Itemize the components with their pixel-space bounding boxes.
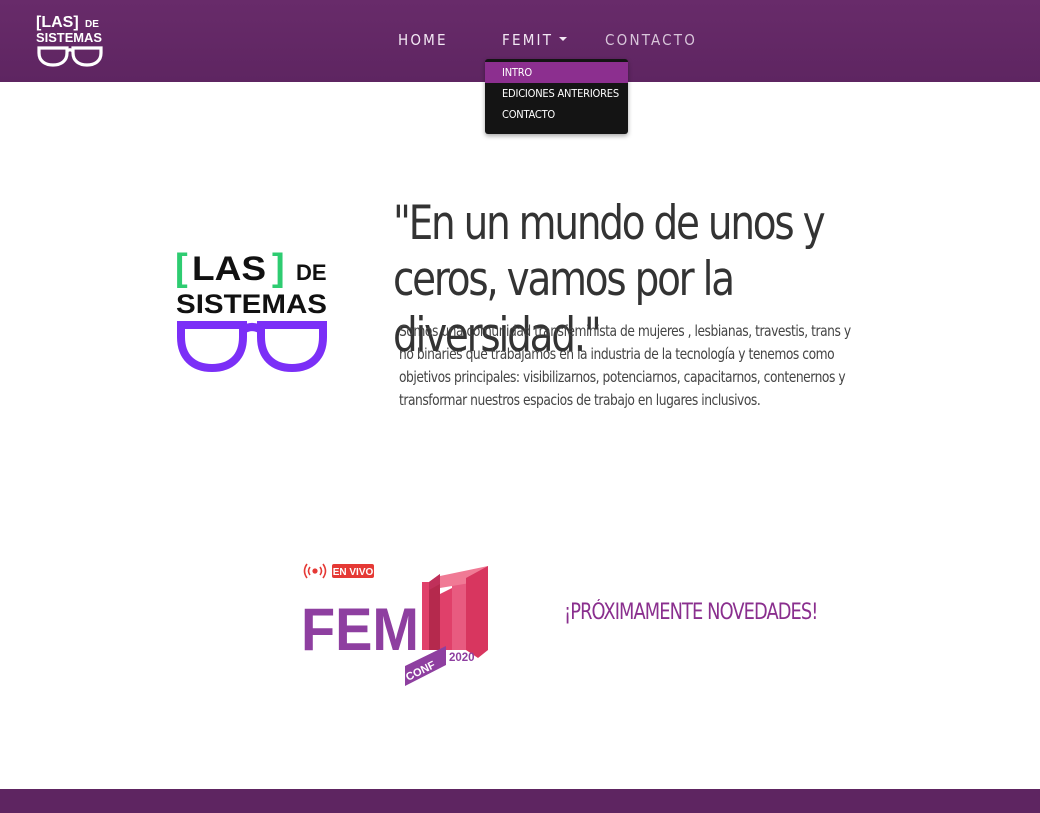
femit-dropdown-menu: INTRO EDICIONES ANTERIORES CONTACTO [485,59,628,134]
footer-bar [0,789,1040,813]
caret-down-icon [559,36,568,41]
purple-glasses-icon [177,321,327,373]
hero-logo-open-bracket: [ [175,247,188,289]
brand-logo-sistemas: SISTEMAS [36,31,102,45]
brand-logo[interactable]: [LAS] DE SISTEMAS [36,12,104,68]
hero-logo-las: LAS [192,250,266,288]
hero-logo-sistemas: SISTEMAS [176,289,327,319]
nav-contacto-label: CONTACTO [605,31,698,49]
glasses-icon [37,46,103,67]
nav-home[interactable]: HOME [398,30,448,50]
dropdown-item-intro[interactable]: INTRO [485,62,628,83]
nav-home-label: HOME [398,31,448,49]
hero-description: Somos una comunidad transfeminista de mu… [399,322,851,409]
femit-logo-fem: FEM [301,596,419,663]
nav-femit-label: FEMIT [502,31,554,49]
dropdown-item-ediciones-anteriores[interactable]: EDICIONES ANTERIORES [485,83,628,104]
brand-logo-las: [LAS] [36,14,79,31]
broadcast-icon [303,563,327,579]
brand-logo-de: DE [85,19,99,30]
las-de-sistemas-logo: [ LAS ] DE SISTEMAS [175,247,327,373]
announcement-text: ¡PRÓXIMAMENTE NOVEDADES! [564,600,818,625]
live-badge-label: EN VIVO [333,567,374,578]
femit-conf-logo[interactable]: EN VIVO FEM IT CONF 2020 [298,558,492,690]
femit-logo-year: 2020 [449,652,475,664]
nav-contacto[interactable]: CONTACTO [605,30,697,50]
hero-logo-close-bracket: ] [272,247,285,289]
dropdown-item-contacto[interactable]: CONTACTO [485,104,628,125]
femit-logo-it-mark [422,566,488,658]
nav-femit-dropdown-toggle[interactable]: FEMIT [502,30,568,50]
hero-logo-de: DE [296,260,327,285]
